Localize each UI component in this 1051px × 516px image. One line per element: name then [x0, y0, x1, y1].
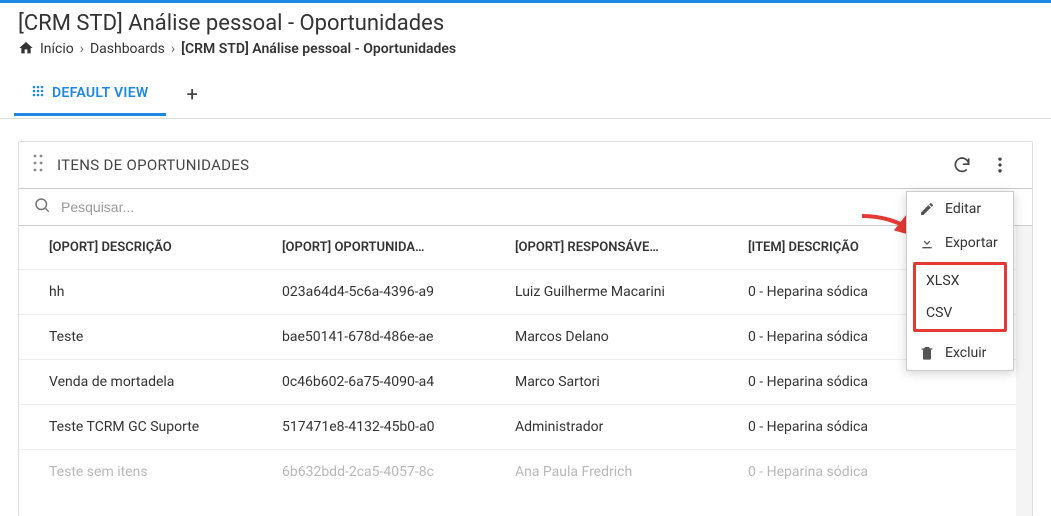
more-menu-button[interactable]: Editar Exportar XLSX CSV [990, 155, 1010, 175]
chevron-right-icon: › [80, 41, 84, 57]
search-input[interactable] [51, 195, 1018, 219]
page-title: [CRM STD] Análise pessoal - Oportunidade… [18, 11, 1033, 36]
cell: Teste [19, 315, 252, 360]
menu-export-csv[interactable]: CSV [916, 297, 1004, 329]
breadcrumb: Início › Dashboards › [CRM STD] Análise … [18, 40, 1033, 58]
cell: hh [19, 270, 252, 315]
tab-default-view[interactable]: DEFAULT VIEW [14, 73, 166, 116]
table-row[interactable]: hh 023a64d4-5c6a-4396-a9 Luiz Guilherme … [19, 270, 1032, 315]
menu-edit[interactable]: Editar [907, 192, 1013, 226]
cell: 0c46b602-6a75-4090-a4 [252, 360, 485, 405]
cell: Administrador [485, 405, 718, 450]
breadcrumb-home[interactable]: Início [40, 41, 74, 57]
refresh-button[interactable] [952, 155, 972, 175]
table-row[interactable]: Teste TCRM GC Suporte 517471e8-4132-45b0… [19, 405, 1032, 450]
chevron-right-icon: › [171, 41, 175, 57]
download-icon [919, 235, 935, 251]
cell: Marco Sartori [485, 360, 718, 405]
cell: 6b632bdd-2ca5-4057-8c [252, 450, 485, 495]
col-oport-descricao[interactable]: [OPORT] DESCRIÇÃO [19, 226, 252, 270]
grip-icon [32, 85, 44, 101]
breadcrumb-dashboards[interactable]: Dashboards [90, 41, 165, 57]
cell: Marcos Delano [485, 315, 718, 360]
cell: 517471e8-4132-45b0-a0 [252, 405, 485, 450]
add-tab-button[interactable]: + [166, 70, 217, 118]
col-oport-responsavel[interactable]: [OPORT] RESPONSÁVE… [485, 226, 718, 270]
menu-export-label: Exportar [945, 235, 998, 251]
table-row[interactable]: Teste bae50141-678d-486e-ae Marcos Delan… [19, 315, 1032, 360]
breadcrumb-current: [CRM STD] Análise pessoal - Oportunidade… [181, 41, 456, 57]
menu-delete[interactable]: Excluir [907, 336, 1013, 370]
table-row[interactable]: Venda de mortadela 0c46b602-6a75-4090-a4… [19, 360, 1032, 405]
cell: Teste TCRM GC Suporte [19, 405, 252, 450]
menu-export[interactable]: Exportar [907, 226, 1013, 260]
more-menu: Editar Exportar XLSX CSV [906, 191, 1014, 371]
home-icon [18, 40, 34, 58]
menu-xlsx-label: XLSX [926, 273, 959, 289]
cell: 0 - Heparina sódica [718, 405, 1032, 450]
menu-edit-label: Editar [945, 201, 981, 217]
tab-strip: DEFAULT VIEW + [0, 70, 1051, 119]
drag-handle-icon[interactable] [33, 154, 43, 176]
cell: Luiz Guilherme Macarini [485, 270, 718, 315]
cell: 0 - Heparina sódica [718, 450, 1032, 495]
cell: Ana Paula Fredrich [485, 450, 718, 495]
table-row[interactable]: Teste sem itens 6b632bdd-2ca5-4057-8c An… [19, 450, 1032, 495]
pencil-icon [919, 201, 935, 217]
search-icon [33, 196, 51, 218]
cell: 023a64d4-5c6a-4396-a9 [252, 270, 485, 315]
export-format-box: XLSX CSV [913, 262, 1007, 332]
menu-csv-label: CSV [926, 305, 952, 321]
cell: bae50141-678d-486e-ae [252, 315, 485, 360]
oportunidades-table: [OPORT] DESCRIÇÃO [OPORT] OPORTUNIDA… [O… [19, 226, 1032, 494]
card-title: ITENS DE OPORTUNIDADES [57, 156, 249, 174]
tab-label: DEFAULT VIEW [52, 85, 148, 101]
cell: Venda de mortadela [19, 360, 252, 405]
card-oportunidades: ITENS DE OPORTUNIDADES Editar [18, 141, 1033, 516]
menu-delete-label: Excluir [945, 345, 986, 361]
menu-export-xlsx[interactable]: XLSX [916, 265, 1004, 297]
cell: Teste sem itens [19, 450, 252, 495]
col-oport-oportunidade[interactable]: [OPORT] OPORTUNIDA… [252, 226, 485, 270]
trash-icon [919, 345, 935, 361]
